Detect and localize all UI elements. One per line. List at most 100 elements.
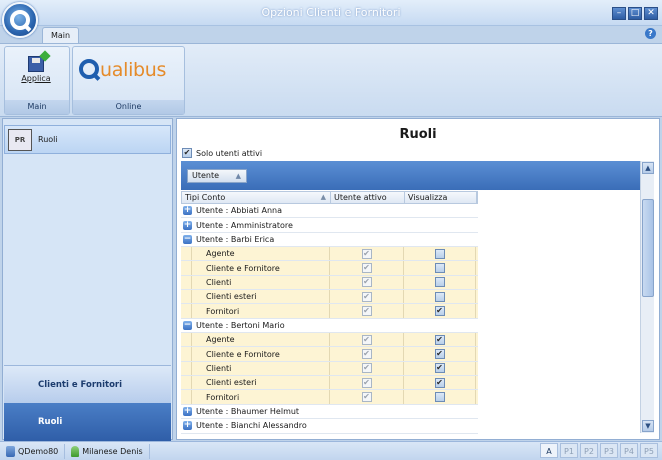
column-utente-attivo[interactable]: Utente attivo [331, 192, 405, 203]
table-row[interactable]: Clienti [181, 275, 478, 291]
utente-attivo-cell [330, 347, 404, 361]
table-row[interactable]: Agente [181, 247, 478, 262]
tipo-conto-cell: Clienti esteri [191, 290, 330, 304]
database-icon [6, 445, 15, 457]
visualizza-cell [404, 333, 476, 347]
utente-attivo-cell [330, 261, 404, 275]
nav-clienti-e-fornitori[interactable]: Clienti e Fornitori [4, 365, 171, 403]
column-visualizza[interactable]: Visualizza [405, 192, 477, 203]
table-row[interactable]: Fornitori [181, 304, 478, 319]
utente-attivo-cell [330, 275, 404, 290]
utente-attivo-checkbox [361, 263, 372, 274]
nav-ruoli[interactable]: Ruoli [4, 403, 171, 441]
status-indicators: A P1 P2 P3 P4 P5 [540, 443, 658, 458]
visualizza-checkbox[interactable] [434, 334, 445, 345]
page-title: Ruoli [399, 127, 437, 142]
tipo-conto-cell: Fornitori [191, 390, 330, 404]
utente-attivo-cell [330, 361, 404, 376]
close-button[interactable]: ✕ [644, 7, 658, 20]
ribbon: Applica Main ualibus Online [0, 43, 662, 117]
group-row[interactable]: + Utente : Amministratore [181, 218, 478, 233]
ribbon-group-main: Applica Main [4, 46, 70, 115]
visualizza-cell [404, 361, 476, 376]
solo-utenti-attivi-checkbox[interactable] [182, 148, 192, 158]
filter-label: Solo utenti attivi [196, 148, 263, 158]
utente-attivo-checkbox [361, 248, 372, 259]
visualizza-checkbox[interactable] [434, 392, 445, 403]
roles-grid: Tipi Conto ▲ Utente attivo Visualizza + U… [181, 191, 478, 434]
visualizza-checkbox[interactable] [434, 363, 445, 374]
visualizza-cell [404, 247, 476, 261]
applica-label: Applica [21, 74, 51, 83]
save-icon [28, 56, 44, 72]
table-row[interactable]: Clienti esteri [181, 290, 478, 305]
group-row-label: Utente : Barbi Erica [196, 234, 275, 244]
utente-attivo-checkbox [361, 392, 372, 403]
minimize-button[interactable]: – [612, 7, 626, 20]
visualizza-checkbox[interactable] [434, 248, 445, 259]
grid-header: Tipi Conto ▲ Utente attivo Visualizza [181, 191, 478, 204]
group-chip-utente[interactable]: Utente ▲ [187, 169, 247, 183]
collapse-icon[interactable]: − [183, 234, 192, 244]
group-row[interactable]: + Utente : Bianchi Alessandro [181, 419, 478, 434]
visualizza-checkbox[interactable] [434, 306, 445, 317]
group-row-label: Utente : Bertoni Mario [196, 320, 285, 330]
group-row[interactable]: + Utente : Bhaumer Helmut [181, 404, 478, 420]
table-row[interactable]: Clienti esteri [181, 376, 478, 391]
qualibus-logo[interactable]: ualibus [79, 59, 166, 81]
table-row[interactable]: Clienti [181, 361, 478, 377]
group-row[interactable]: − Utente : Barbi Erica [181, 232, 478, 248]
status-database: QDemo80 [0, 443, 66, 459]
vertical-scrollbar[interactable]: ▲ ▼ [640, 161, 654, 433]
utente-attivo-checkbox [361, 334, 372, 345]
visualizza-checkbox[interactable] [434, 349, 445, 360]
tab-main[interactable]: Main [42, 27, 79, 44]
sidebar-item-ruoli[interactable]: PR Ruoli [4, 125, 171, 154]
visualizza-checkbox[interactable] [434, 377, 445, 388]
group-row-label: Utente : Amministratore [196, 220, 293, 230]
group-row[interactable]: + Utente : Abbiati Anna [181, 204, 478, 219]
visualizza-cell [404, 304, 476, 318]
expand-icon[interactable]: + [183, 421, 192, 431]
utente-attivo-checkbox [361, 363, 372, 374]
filter-row: Solo utenti attivi [182, 148, 262, 158]
utente-attivo-cell [330, 247, 404, 261]
expand-icon[interactable]: + [183, 220, 192, 230]
visualizza-checkbox[interactable] [434, 263, 445, 274]
utente-attivo-cell [330, 333, 404, 347]
tipo-conto-cell: Clienti [191, 361, 330, 376]
help-icon[interactable]: ? [645, 28, 656, 39]
group-row[interactable]: − Utente : Bertoni Mario [181, 318, 478, 334]
status-indicator: P2 [580, 443, 598, 458]
app-logo-icon [10, 10, 30, 30]
tipo-conto-cell: Cliente e Fornitore [191, 347, 330, 361]
scroll-thumb[interactable] [642, 199, 654, 297]
table-row[interactable]: Cliente e Fornitore [181, 261, 478, 276]
applica-button[interactable]: Applica [13, 51, 59, 99]
table-row[interactable]: Agente [181, 333, 478, 348]
table-row[interactable]: Cliente e Fornitore [181, 347, 478, 362]
visualizza-cell [404, 290, 476, 304]
status-indicator: P4 [620, 443, 638, 458]
scroll-up-icon[interactable]: ▲ [642, 162, 654, 174]
scroll-down-icon[interactable]: ▼ [642, 420, 654, 432]
maximize-button[interactable]: □ [628, 7, 642, 20]
group-by-panel: Utente ▲ [181, 161, 641, 190]
tipo-conto-cell: Fornitori [191, 304, 330, 318]
expand-icon[interactable]: + [183, 406, 192, 416]
main-panel: Ruoli Solo utenti attivi Utente ▲ Tipi C… [176, 118, 660, 440]
group-row-label: Utente : Bianchi Alessandro [196, 421, 307, 431]
app-menu-button[interactable] [2, 2, 38, 38]
visualizza-checkbox[interactable] [434, 277, 445, 288]
visualizza-cell [404, 275, 476, 290]
collapse-icon[interactable]: − [183, 320, 192, 330]
utente-attivo-checkbox [361, 277, 372, 288]
expand-icon[interactable]: + [183, 206, 192, 216]
column-tipi-conto[interactable]: Tipi Conto ▲ [182, 192, 331, 203]
table-row[interactable]: Fornitori [181, 390, 478, 405]
visualizza-checkbox[interactable] [434, 291, 445, 302]
ribbon-tabs: Main ? [0, 26, 662, 44]
utente-attivo-cell [330, 376, 404, 390]
utente-attivo-checkbox [361, 291, 372, 302]
window-controls: – □ ✕ [612, 7, 658, 20]
